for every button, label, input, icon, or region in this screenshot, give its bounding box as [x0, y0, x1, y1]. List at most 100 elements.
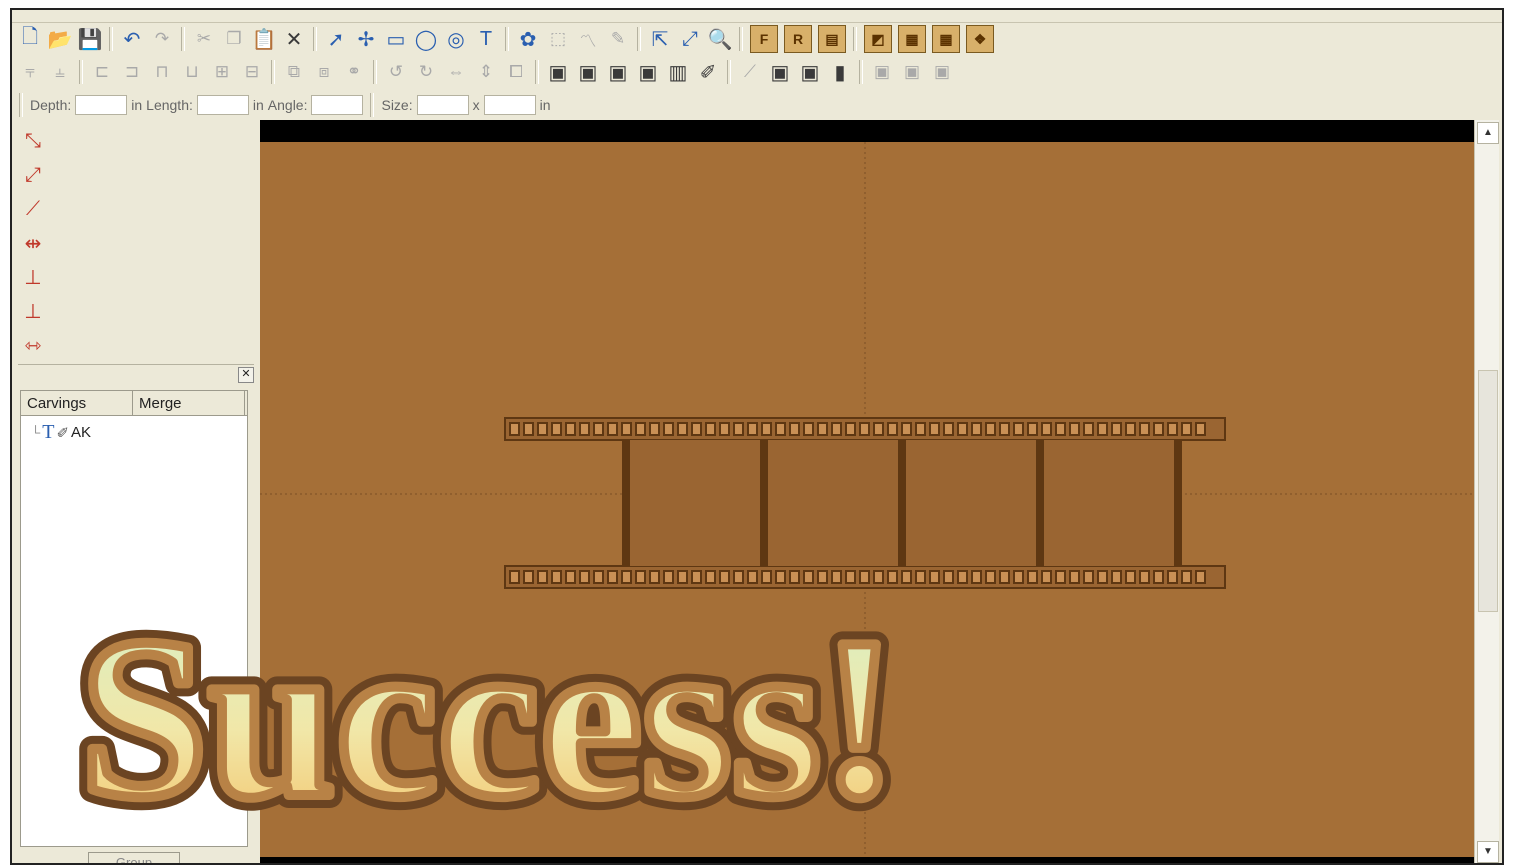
select-arrow-icon[interactable]: ➚ [322, 25, 350, 53]
sprocket-hole [789, 570, 800, 584]
rectangle-icon[interactable]: ▭ [382, 25, 410, 53]
link-icon[interactable]: ⚭ [340, 58, 368, 86]
rotate-right-icon[interactable]: ↻ [412, 58, 440, 86]
bit-9-icon[interactable]: ▣ [868, 58, 896, 86]
film-frame-divider [898, 440, 906, 566]
bit-2-icon[interactable]: ▣ [574, 58, 602, 86]
sprocket-hole [761, 422, 772, 436]
bit-4-icon[interactable]: ▣ [634, 58, 662, 86]
distribute-h-icon[interactable]: ⊞ [208, 58, 236, 86]
cut-icon[interactable]: ✂ [190, 25, 218, 53]
sprocket-hole [1167, 570, 1178, 584]
align-center-icon[interactable]: ⊓ [148, 58, 176, 86]
scroll-down-icon[interactable]: ▼ [1477, 841, 1499, 863]
ungroup-icon[interactable]: ⧈ [310, 58, 338, 86]
length-field[interactable] [196, 95, 249, 115]
save-icon[interactable]: 💾 [76, 25, 104, 53]
bit-5-icon[interactable]: ▥ [664, 58, 692, 86]
shell-icon[interactable]: ✿ [514, 25, 542, 53]
sprocket-hole [565, 422, 576, 436]
separator [19, 93, 23, 117]
distribute-points-icon[interactable]: ⇿ [19, 332, 47, 358]
close-icon[interactable]: ✕ [238, 367, 254, 383]
draw-line-icon[interactable]: ⟋ [19, 196, 47, 222]
mirror-icon[interactable]: ⇔ [442, 58, 470, 86]
carving-canvas[interactable] [260, 120, 1474, 863]
angle-field[interactable] [311, 95, 364, 115]
carvings-panel-header: ✕ [18, 364, 254, 383]
paste-icon[interactable]: 📋 [250, 25, 278, 53]
align-middle-icon[interactable]: ⊔ [178, 58, 206, 86]
grid-icon[interactable]: ▦ [898, 25, 926, 53]
tab-merge[interactable]: Merge [133, 391, 245, 415]
remove-point-icon[interactable]: ⊥ [19, 298, 47, 324]
open-folder-icon[interactable]: 📂 [46, 25, 74, 53]
sprocket-hole [957, 422, 968, 436]
size-height-field[interactable] [483, 95, 536, 115]
bit-11-icon[interactable]: ▣ [928, 58, 956, 86]
group-icon[interactable]: ⧉ [280, 58, 308, 86]
spiral-icon[interactable]: ◎ [442, 25, 470, 53]
separator [505, 27, 509, 51]
bit-3-icon[interactable]: ▣ [604, 58, 632, 86]
pointer-icon[interactable]: ⇱ [646, 25, 674, 53]
sprocket-hole [509, 570, 520, 584]
redo-icon[interactable]: ↷ [148, 25, 176, 53]
depth-field[interactable] [75, 95, 128, 115]
frame-icon[interactable]: ▤ [818, 25, 846, 53]
add-point-icon[interactable]: ⊥ [19, 264, 47, 290]
delete-icon[interactable]: ✕ [280, 25, 308, 53]
sprocket-hole [831, 570, 842, 584]
vertical-scrollbar[interactable]: ▲ ▼ [1474, 120, 1499, 863]
front-view-icon[interactable]: F [750, 25, 778, 53]
node-edit-icon[interactable]: ✢ [352, 25, 380, 53]
sprocket-hole [1069, 570, 1080, 584]
pen-icon[interactable]: ✎ [604, 25, 632, 53]
shape-icon[interactable]: ⬚ [544, 25, 572, 53]
zoom-fit-icon[interactable]: ⤢ [676, 25, 704, 53]
tab-carvings[interactable]: Carvings [21, 391, 133, 415]
bit-7-icon[interactable]: ▣ [796, 58, 824, 86]
circle-icon[interactable]: ◯ [412, 25, 440, 53]
bit-6-icon[interactable]: ▣ [766, 58, 794, 86]
sprocket-hole [1027, 422, 1038, 436]
sprocket-hole [1097, 570, 1108, 584]
scroll-up-icon[interactable]: ▲ [1477, 122, 1499, 144]
undo-icon[interactable]: ↶ [118, 25, 146, 53]
zoom-icon[interactable]: 🔍 [706, 25, 734, 53]
text-tool-icon[interactable]: T [472, 25, 500, 53]
select-node-icon[interactable]: ⤡ [19, 128, 47, 154]
distribute-v-icon[interactable]: ⊟ [238, 58, 266, 86]
wave-shape-icon[interactable]: 〽 [574, 25, 602, 53]
bit-1-icon[interactable]: ▣ [544, 58, 572, 86]
new-file-icon[interactable]: 🗋 [16, 25, 44, 53]
bit-8-icon[interactable]: ▮ [826, 58, 854, 86]
size-width-field[interactable] [416, 95, 469, 115]
align-top-icon[interactable]: ⫧ [16, 58, 44, 86]
sprocket-hole [929, 570, 940, 584]
combine-icon[interactable]: ⧠ [502, 58, 530, 86]
move-node-icon[interactable]: ⤢ [19, 162, 47, 188]
tree-item-ak[interactable]: └ T ✐ AK [31, 421, 91, 444]
group-button[interactable]: Group [88, 852, 180, 863]
flip-icon[interactable]: ⇕ [472, 58, 500, 86]
align-left-icon[interactable]: ⊏ [88, 58, 116, 86]
angle-label: Angle: [267, 97, 308, 113]
transform-icon[interactable]: ⇹ [19, 230, 47, 256]
bit-10-icon[interactable]: ▣ [898, 58, 926, 86]
align-bottom-icon[interactable]: ⫨ [46, 58, 74, 86]
material-icon[interactable]: ◩ [864, 25, 892, 53]
texture-icon[interactable]: ❖ [966, 25, 994, 53]
align-right-icon[interactable]: ⊐ [118, 58, 146, 86]
rear-view-icon[interactable]: R [784, 25, 812, 53]
sprocket-hole [859, 422, 870, 436]
separator [739, 27, 743, 51]
sprocket-hole [719, 422, 730, 436]
knife-icon[interactable]: ⟋ [736, 58, 764, 86]
sprocket-hole [999, 422, 1010, 436]
scroll-thumb[interactable] [1478, 370, 1498, 612]
grid-wood-icon[interactable]: ▦ [932, 25, 960, 53]
copy-icon[interactable]: ❐ [220, 25, 248, 53]
rotate-left-icon[interactable]: ↺ [382, 58, 410, 86]
brush-icon[interactable]: ✐ [694, 58, 722, 86]
